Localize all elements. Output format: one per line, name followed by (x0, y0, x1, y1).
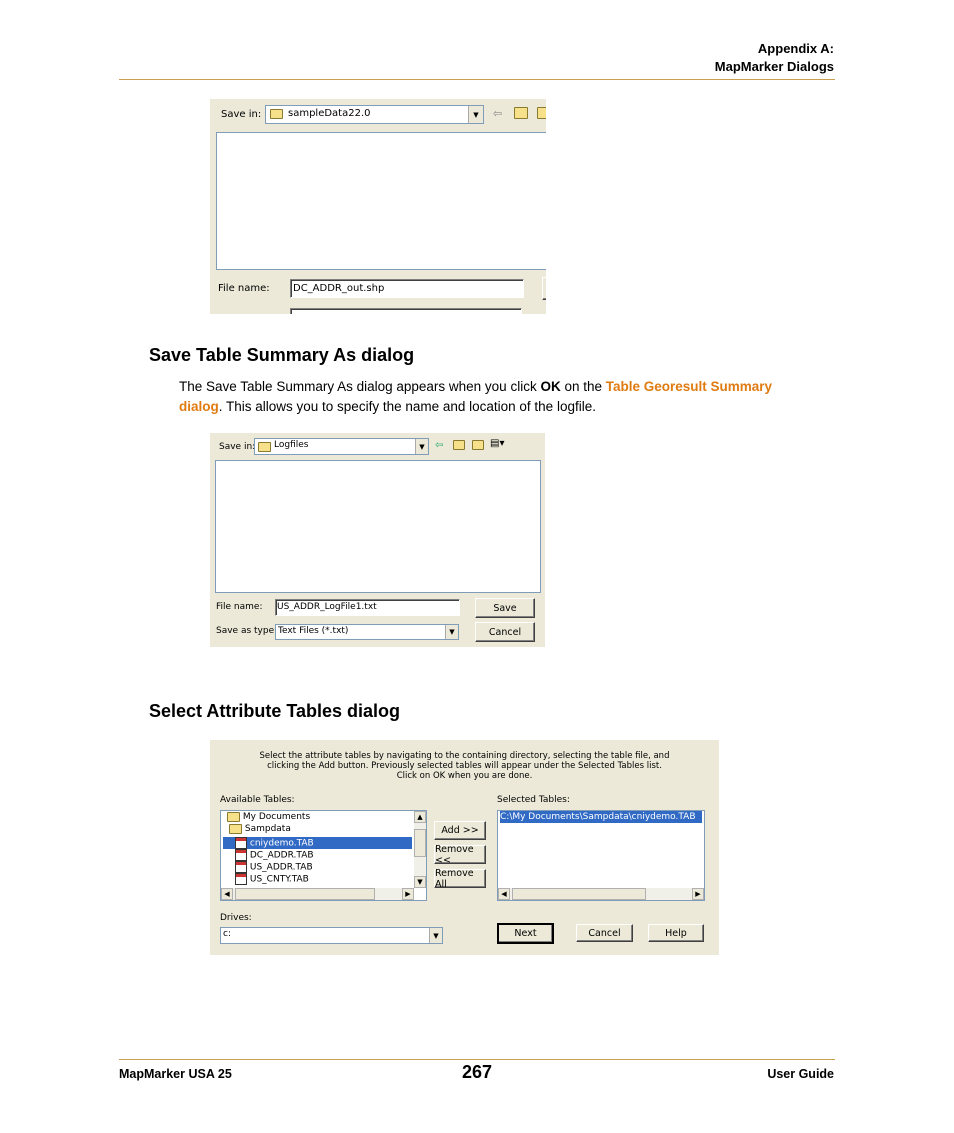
file-list-pane[interactable] (215, 460, 541, 593)
section-heading-save-table-summary: Save Table Summary As dialog (149, 345, 415, 365)
file-name-label: File name: (216, 602, 263, 612)
vertical-scrollbar[interactable]: ▲ ▼ (414, 811, 426, 888)
list-item-table[interactable]: US_CNTY.TAB (235, 873, 424, 885)
save-in-value: Logfiles (274, 440, 309, 450)
back-arrow-icon[interactable]: ⇦ (493, 108, 502, 120)
chevron-down-icon[interactable]: ▼ (415, 439, 428, 454)
save-as-type-label: Save as type: (216, 626, 278, 636)
available-tables-label: Available Tables: (220, 795, 295, 805)
view-menu-icon[interactable]: ▤▾ (490, 438, 504, 450)
table-file-icon (235, 861, 247, 873)
scroll-right-icon[interactable]: ▶ (402, 888, 414, 900)
folder-open-icon (227, 811, 240, 822)
cancel-button[interactable]: Cancel (475, 622, 535, 642)
list-item-table-selected[interactable]: cniydemo.TAB (223, 837, 412, 849)
save-as-type-combo[interactable]: Text Files (*.txt) ▼ (275, 624, 459, 640)
new-folder-icon[interactable] (472, 439, 484, 451)
list-item-label: US_CNTY.TAB (249, 874, 309, 885)
instruction-line: Click on OK when you are done. (396, 771, 533, 781)
remove-button[interactable]: Remove << (434, 844, 486, 866)
list-item-label: My Documents (242, 812, 311, 822)
scroll-down-icon[interactable]: ▼ (414, 876, 426, 888)
list-item-table[interactable]: US_ADDR.TAB (235, 861, 424, 873)
header-chapter: MapMarker Dialogs (714, 59, 834, 74)
scroll-left-icon[interactable]: ◀ (221, 888, 233, 900)
scroll-right-icon[interactable]: ▶ (692, 888, 704, 900)
drives-label: Drives: (220, 913, 252, 923)
next-button[interactable]: Next (497, 923, 554, 944)
cancel-button[interactable]: Cancel (576, 924, 633, 942)
scroll-thumb[interactable] (512, 888, 646, 900)
save-in-label: Save in: (221, 109, 262, 120)
section-heading-select-attribute-tables: Select Attribute Tables dialog (149, 701, 401, 721)
selected-tables-list[interactable]: C:\My Documents\Sampdata\cniydemo.TAB ◀ … (497, 810, 705, 901)
table-file-icon (235, 873, 247, 885)
para-text-a: The Save Table Summary As dialog appears… (179, 379, 541, 394)
header-block: Appendix A: MapMarker Dialogs (715, 40, 834, 76)
table-file-icon (235, 837, 247, 849)
scroll-left-icon[interactable]: ◀ (498, 888, 510, 900)
file-name-label: File name: (218, 283, 270, 294)
header-rule (119, 79, 835, 80)
folder-icon (258, 442, 271, 452)
scroll-thumb[interactable] (235, 888, 375, 900)
table-file-icon (235, 849, 247, 861)
para-text-c: . This allows you to specify the name an… (218, 399, 596, 414)
folder-icon (270, 109, 283, 119)
scroll-thumb[interactable] (414, 829, 426, 857)
scroll-up-icon[interactable]: ▲ (414, 811, 426, 823)
dialog-link[interactable]: dialog (179, 399, 219, 414)
list-item-selected-table[interactable]: C:\My Documents\Sampdata\cniydemo.TAB (500, 811, 702, 823)
table-georesult-summary-link[interactable]: Table Georesult Summary (606, 379, 772, 394)
add-button[interactable]: Add >> (434, 821, 486, 840)
chevron-down-icon[interactable]: ▼ (445, 625, 458, 639)
footer-rule (119, 1059, 835, 1060)
save-as-type-partial[interactable] (290, 308, 522, 314)
select-attribute-tables-dialog: Select the attribute tables by navigatin… (210, 740, 719, 955)
folder-open-icon (229, 823, 242, 834)
horizontal-scrollbar[interactable]: ◀ ▶ (498, 888, 704, 900)
file-list-pane[interactable] (216, 132, 546, 270)
header-appendix: Appendix A: (757, 41, 834, 56)
list-item-table[interactable]: DC_ADDR.TAB (235, 849, 424, 861)
save-as-type-value: Text Files (*.txt) (278, 626, 349, 636)
list-item-folder[interactable]: My Documents (227, 811, 424, 823)
list-item-label: Sampdata (244, 824, 291, 834)
instruction-line: clicking the Add button. Previously sele… (267, 761, 662, 771)
section-paragraph: The Save Table Summary As dialog appears… (179, 377, 839, 417)
save-in-combo[interactable]: Logfiles ▼ (254, 438, 429, 455)
save-button[interactable]: Save (475, 598, 535, 618)
para-ok: OK (540, 379, 561, 394)
file-name-field[interactable]: US_ADDR_LogFile1.txt (275, 599, 460, 616)
list-item-label: DC_ADDR.TAB (249, 850, 314, 861)
horizontal-scrollbar[interactable]: ◀ ▶ (221, 888, 414, 900)
drives-value: c: (223, 929, 231, 939)
remove-all-button[interactable]: Remove All (434, 868, 486, 890)
up-folder-icon[interactable] (453, 439, 465, 451)
save-in-combo[interactable]: sampleData22.0 ▼ (265, 105, 484, 124)
para-text-b: on the (560, 379, 606, 394)
up-folder-icon[interactable] (514, 107, 528, 119)
save-in-label: Save in: (219, 442, 256, 452)
available-tables-list[interactable]: My Documents Sampdata cniydemo.TAB DC_AD… (220, 810, 427, 901)
footer-guide: User Guide (767, 1067, 834, 1081)
list-item-label: cniydemo.TAB (249, 838, 314, 849)
save-table-summary-dialog: Save in: Logfiles ▼ ⇦ ▤▾ File name: US_A… (210, 433, 545, 647)
file-name-field[interactable]: DC_ADDR_out.shp (290, 279, 524, 298)
instructions: Select the attribute tables by navigatin… (210, 751, 719, 781)
save-button-partial[interactable] (542, 277, 546, 300)
instruction-line: Select the attribute tables by navigatin… (259, 751, 670, 761)
help-button[interactable]: Help (648, 924, 704, 942)
chevron-down-icon[interactable]: ▼ (429, 928, 442, 943)
drives-combo[interactable]: c: ▼ (220, 927, 443, 944)
list-item-folder[interactable]: Sampdata (229, 823, 424, 835)
back-arrow-icon[interactable]: ⇦ (435, 440, 443, 452)
save-dialog-screenshot: Save in: sampleData22.0 ▼ ⇦ File name: D… (210, 99, 546, 314)
save-in-value: sampleData22.0 (288, 108, 371, 119)
selected-tables-label: Selected Tables: (497, 795, 570, 805)
chevron-down-icon[interactable]: ▼ (468, 106, 483, 123)
new-folder-icon[interactable] (537, 107, 546, 119)
list-item-label: US_ADDR.TAB (249, 862, 313, 873)
